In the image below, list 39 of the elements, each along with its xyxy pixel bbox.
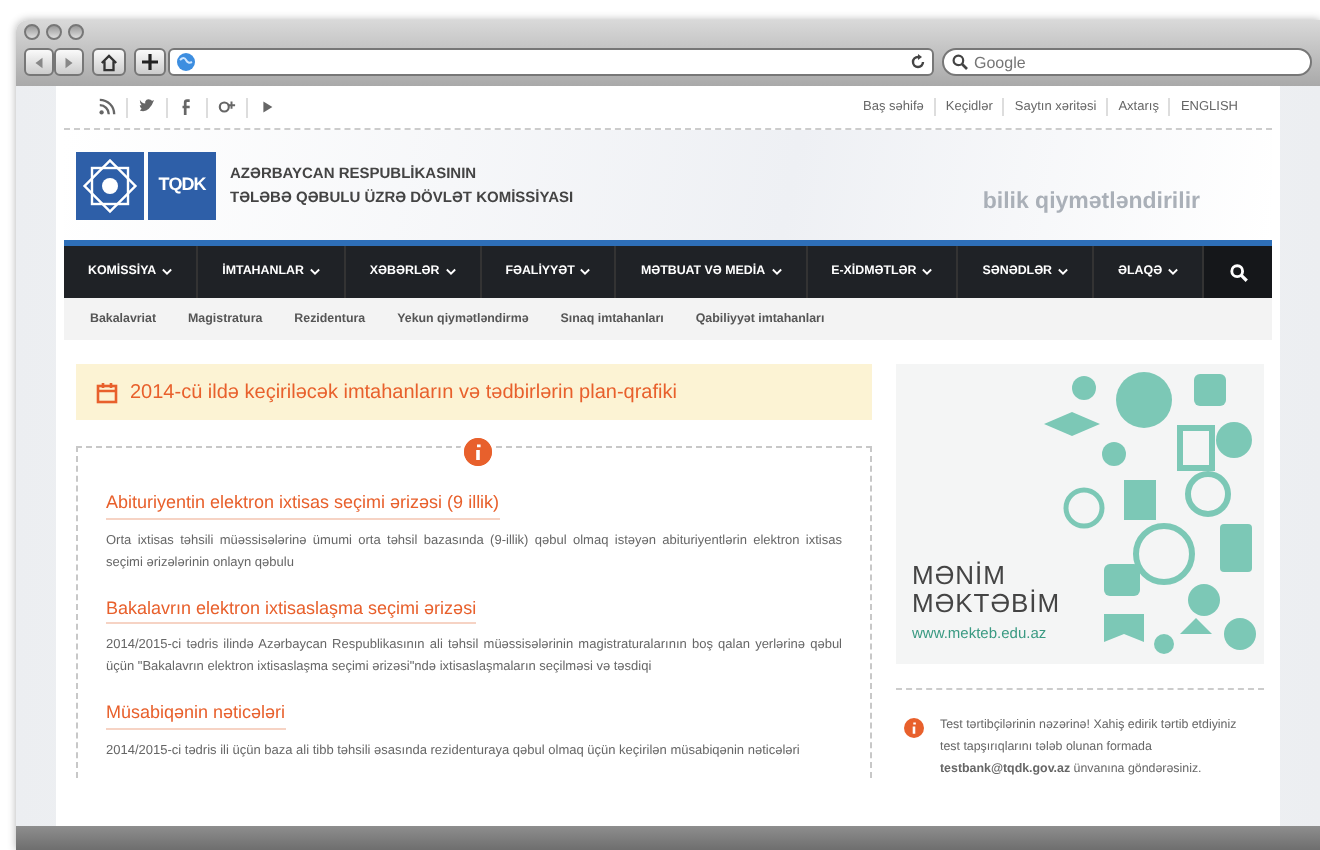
google-plus-icon[interactable]: [218, 98, 236, 116]
caret-icon: [1168, 268, 1179, 276]
left-arrow-icon: [32, 55, 46, 69]
search-icon: [1229, 263, 1248, 281]
address-field[interactable]: [168, 48, 934, 76]
caret-icon: [771, 268, 782, 276]
minimize-button[interactable]: [46, 24, 62, 40]
facebook-icon[interactable]: [178, 98, 196, 116]
logo[interactable]: TQDK: [148, 151, 216, 219]
star-emblem-icon: [76, 151, 144, 219]
caret-icon: [309, 268, 320, 276]
right-arrow-icon: [62, 55, 76, 69]
news-title-link[interactable]: Abituriyentin elektron ixtisas seçimi ərizəsi (9 illik): [106, 490, 500, 519]
twitter-icon[interactable]: [138, 98, 156, 116]
zoom-button[interactable]: [68, 24, 84, 40]
info-icon: [460, 434, 496, 470]
rss-icon[interactable]: [98, 98, 116, 116]
home-icon: [100, 53, 118, 71]
news-title-link[interactable]: Bakalavrın elektron ixtisaslaşma seçimi ərizəsi: [106, 595, 477, 625]
globe-icon: [176, 52, 196, 72]
reload-icon[interactable]: [910, 54, 926, 70]
forward-button[interactable]: [54, 48, 84, 76]
plus-icon: [142, 54, 158, 70]
caret-icon: [445, 268, 456, 276]
news-title-link[interactable]: Müsabiqənin nəticələri: [106, 700, 286, 730]
add-bookmark-button[interactable]: [134, 48, 166, 76]
close-button[interactable]: [24, 24, 40, 40]
back-button[interactable]: [24, 48, 54, 76]
caret-icon: [162, 268, 173, 276]
calendar-icon: [96, 381, 118, 403]
ad-title: MƏNİM MƏKTƏBİM: [912, 562, 1063, 618]
play-icon[interactable]: [258, 98, 276, 116]
search-field[interactable]: Google: [942, 48, 1312, 76]
caret-icon: [922, 268, 933, 276]
home-button[interactable]: [92, 48, 126, 76]
caret-icon: [1058, 268, 1069, 276]
info-icon: [904, 718, 924, 738]
caret-icon: [580, 268, 591, 276]
slogan: bilik qiymətləndirilir: [982, 187, 1200, 218]
